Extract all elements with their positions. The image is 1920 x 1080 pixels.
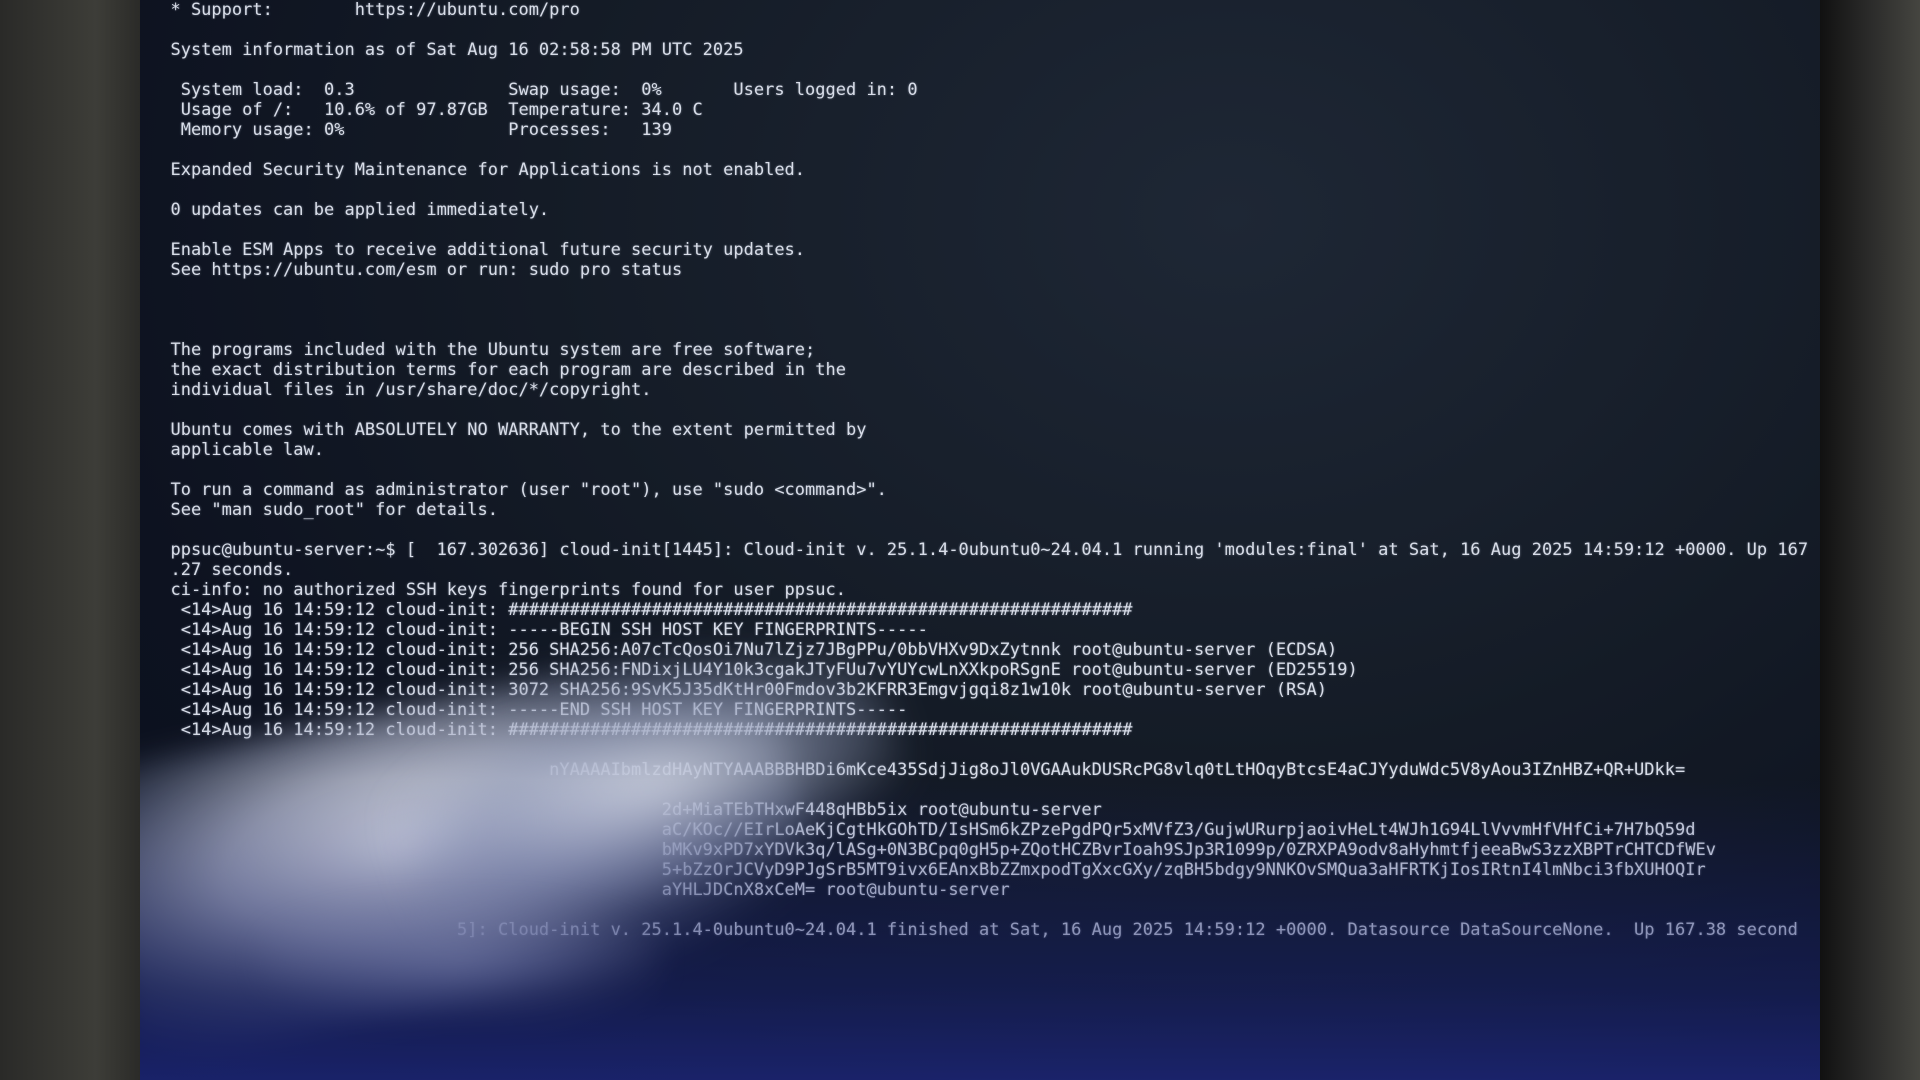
terminal-line: See https://ubuntu.com/esm or run: sudo … [150,260,683,280]
terminal-line: System load: 0.3 Swap usage: 0% Users lo… [150,80,918,100]
terminal-line: See "man sudo_root" for details. [150,500,498,520]
terminal-line: The programs included with the Ubuntu sy… [150,340,816,360]
terminal-line: <14>Aug 16 14:59:12 cloud-init: 256 SHA2… [180,660,1358,680]
terminal-line: .27 seconds. [150,560,294,580]
terminal-line: <14>Aug 16 14:59:12 cloud-init: -----BEG… [150,620,928,640]
terminal-line: Expanded Security Maintenance for Applic… [150,160,806,180]
terminal-line: Memory usage: 0% Processes: 139 [150,120,672,140]
terminal-line: <14>Aug 16 14:59:12 cloud-init: 3072 SHA… [180,680,1328,700]
terminal-line: System information as of Sat Aug 16 02:5… [150,40,744,60]
monitor-bezel [1820,0,1920,1080]
terminal-line: Usage of /: 10.6% of 97.87GB Temperature… [150,100,703,120]
monitor-screen: * Support: https://ubuntu.com/pro System… [140,0,1820,1080]
terminal-line: individual files in /usr/share/doc/*/cop… [150,380,652,400]
terminal-line: * Support: https://ubuntu.com/pro [150,0,580,20]
terminal-line: To run a command as administrator (user … [150,480,887,500]
terminal-line: ci-info: no authorized SSH keys fingerpr… [150,580,846,600]
terminal-line: Enable ESM Apps to receive additional fu… [150,240,806,260]
terminal-line: <14>Aug 16 14:59:12 cloud-init: ########… [150,600,1133,620]
terminal-line: the exact distribution terms for each pr… [150,360,846,380]
terminal-line: <14>Aug 16 14:59:12 cloud-init: 256 SHA2… [180,640,1338,660]
terminal-line: applicable law. [150,440,324,460]
redaction-blur-lower [260,900,660,1020]
terminal-line: ppsuc@ubuntu-server:~$ [ 167.302636] clo… [150,540,1809,560]
terminal-line: Ubuntu comes with ABSOLUTELY NO WARRANTY… [150,420,867,440]
terminal-line: 0 updates can be applied immediately. [150,200,550,220]
